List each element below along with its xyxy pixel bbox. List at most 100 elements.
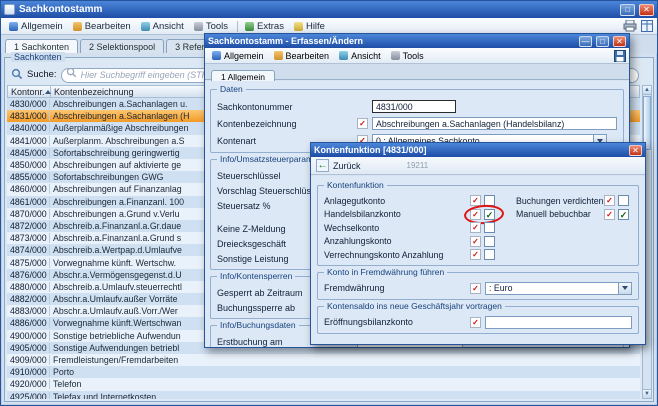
modified-check-icon [470, 195, 481, 206]
cell-kontonr: 4905/000 [7, 343, 50, 353]
menu-item-extras[interactable]: Extras [241, 20, 290, 33]
menu-item-label: Allgemein [21, 21, 63, 32]
input-sachkontonummer[interactable]: 4831/000 [372, 100, 456, 113]
field-label: Eröffnungsbilanzkonto [324, 317, 470, 327]
dialog-menubar: AllgemeinBearbeitenAnsicht Tools [205, 48, 629, 64]
form-id-label: 19211 [407, 161, 429, 170]
menu-items: AllgemeinBearbeitenAnsicht Tools [208, 50, 430, 62]
table-row[interactable]: 4909/000Fremdleistungen/Fremdarbeiten [7, 354, 640, 366]
cell-kontonr: 4861/000 [7, 197, 50, 207]
table-row[interactable]: 4910/000Porto [7, 366, 640, 378]
cell-kontonr: 4886/000 [7, 318, 50, 328]
menu-item-bearbeiten[interactable]: Bearbeiten [69, 20, 137, 33]
cell-kontonr: 4875/000 [7, 258, 50, 268]
maximize-button[interactable]: □ [620, 4, 635, 16]
field-label: Anlagegutkonto [324, 196, 470, 206]
form-row: Eröffnungsbilanzkonto [324, 315, 632, 330]
checkbox[interactable] [484, 209, 495, 220]
menu-item-label: Tools [206, 21, 228, 32]
modified-check-icon [470, 317, 481, 328]
menu-icon [274, 51, 283, 60]
checkbox[interactable] [618, 195, 629, 206]
menu-icon [245, 22, 254, 31]
group-title: Info/Buchungsdaten [217, 320, 299, 330]
popup-titlebar: Kontenfunktion [4831/000] ✕ [311, 143, 645, 157]
cell-kontonr: 4883/000 [7, 306, 50, 316]
function-row: Anzahlungskonto [324, 235, 516, 249]
function-column-right: Buchungen verdichtenManuell bebuchbar [516, 194, 632, 262]
menu-item-tools[interactable]: Tools [190, 20, 234, 33]
menu-item-label: Tools [403, 51, 424, 61]
group-fremdwaehrung: Konto in Fremdwährung führen Fremdwährun… [317, 272, 639, 300]
close-button[interactable]: ✕ [613, 36, 626, 47]
tab-1-sachkonten[interactable]: 1 Sachkonten [5, 39, 78, 53]
input-fremdwaehrung[interactable]: : Euro [485, 282, 619, 295]
menu-item-allgemein[interactable]: Allgemein [208, 50, 270, 62]
menu-item-hilfe[interactable]: Hilfe [290, 20, 331, 33]
menu-item-ansicht[interactable]: Ansicht [335, 50, 387, 62]
menu-item-ansicht[interactable]: Ansicht [137, 20, 190, 33]
scroll-up-icon[interactable]: ▲ [643, 86, 651, 95]
function-row: Wechselkonto [324, 221, 516, 235]
back-icon[interactable]: ← [316, 159, 329, 172]
group-saldovortrag: Kontensaldo ins neue Geschäftsjahr vortr… [317, 306, 639, 334]
dropdown-arrow-icon[interactable] [619, 282, 632, 295]
menu-item-allgemein[interactable]: Allgemein [5, 20, 69, 33]
menu-icon [141, 22, 150, 31]
menu-item-label: Hilfe [306, 21, 325, 32]
cell-kontonr: 4872/000 [7, 221, 50, 231]
checkbox[interactable] [618, 209, 629, 220]
cell-kontenbezeichnung: Telefon [50, 379, 640, 389]
print-icon[interactable] [623, 20, 637, 32]
function-row: Verrechnungskonto Anzahlung [324, 248, 516, 262]
checkbox[interactable] [484, 195, 495, 206]
input-eroeffnungsbilanzkonto[interactable] [485, 316, 632, 329]
menu-item-label: Extras [257, 21, 284, 32]
search-label: Suche: [27, 69, 57, 80]
cell-kontonr: 4860/000 [7, 184, 50, 194]
checkbox[interactable] [484, 236, 495, 247]
cell-kontonr: 4910/000 [7, 367, 50, 377]
checkbox[interactable] [484, 222, 495, 233]
cell-kontonr: 4874/000 [7, 245, 50, 255]
minimize-button[interactable]: — [579, 36, 592, 47]
menu-separator [237, 21, 238, 32]
menu-item-label: Bearbeiten [85, 21, 131, 32]
panel-title: Sachkonten [11, 52, 65, 62]
column-header-kontonr[interactable]: Kontonr. [8, 86, 51, 97]
menu-item-tools[interactable]: Tools [387, 50, 430, 62]
maximize-button[interactable]: □ [596, 36, 609, 47]
cell-kontonr: 4909/000 [7, 355, 50, 365]
cell-kontonr: 4830/000 [7, 99, 50, 109]
back-button[interactable]: Zurück [333, 161, 361, 171]
cell-kontonr: 4920/000 [7, 379, 50, 389]
cell-kontonr: 4870/000 [7, 209, 50, 219]
function-row: Anlagegutkonto [324, 194, 516, 208]
close-button[interactable]: ✕ [629, 145, 642, 156]
cell-kontenbezeichnung: Fremdleistungen/Fremdarbeiten [50, 355, 640, 365]
tab-2-selektionspool[interactable]: 2 Selektionspool [80, 39, 164, 53]
save-icon[interactable] [614, 50, 626, 62]
cell-kontonr: 4873/000 [7, 233, 50, 243]
field-label: Kontenbezeichnung [217, 119, 357, 129]
scroll-down-icon[interactable]: ▼ [643, 389, 651, 398]
checkbox[interactable] [484, 249, 495, 260]
group-kontenfunktion: Kontenfunktion AnlagegutkontoHandelsbila… [317, 185, 639, 266]
column-label: Kontonr. [11, 87, 45, 97]
input-kontenbezeichnung[interactable]: Abschreibungen a.Sachanlagen (Handelsbil… [372, 117, 617, 130]
search-icon [11, 68, 23, 80]
table-row[interactable]: 4920/000Telefon [7, 378, 640, 390]
modified-check-icon [470, 249, 481, 260]
table-view-icon[interactable] [641, 20, 653, 32]
field-label: Anzahlungskonto [324, 236, 470, 246]
cell-kontonr: 4882/000 [7, 294, 50, 304]
window-title: Sachkontostamm [19, 4, 616, 15]
cell-kontonr: 4876/000 [7, 270, 50, 280]
field-label: Buchungen verdichten [516, 196, 604, 206]
cell-kontonr: 4855/000 [7, 172, 50, 182]
close-button[interactable]: ✕ [639, 4, 654, 16]
menu-item-bearbeiten[interactable]: Bearbeiten [270, 50, 336, 62]
cell-kontenbezeichnung: Telefax und Internetkosten [50, 392, 640, 399]
table-row[interactable]: 4925/000Telefax und Internetkosten [7, 391, 640, 400]
screen: Sachkontostamm □ ✕ AllgemeinBearbeitenAn… [0, 0, 658, 406]
